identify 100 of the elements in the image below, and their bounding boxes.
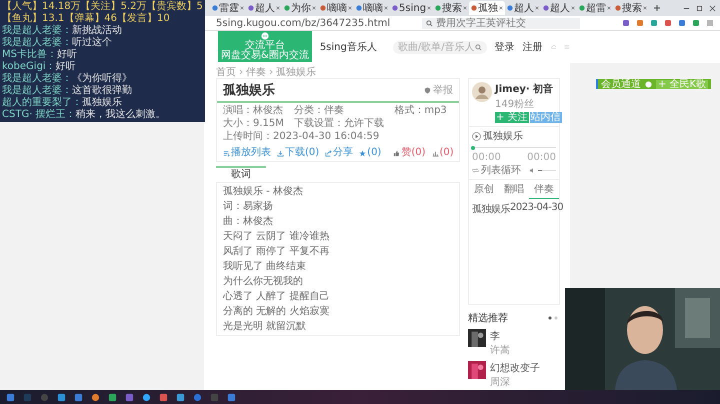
browser-tab[interactable]: 超人 <box>505 1 542 15</box>
site-icon <box>356 5 362 11</box>
browser-tab[interactable]: 为你 <box>282 1 318 15</box>
site-icon <box>543 5 550 11</box>
chat-message: 孤独娱乐 <box>82 97 122 108</box>
loop-mode[interactable]: 列表循环 <box>481 163 521 177</box>
browser-tab[interactable]: 5sing <box>390 1 434 15</box>
browser-tab[interactable]: 雷霆 <box>210 1 246 15</box>
promo-banner[interactable]: 交流平台 网盘交易&圈内交流 <box>218 31 312 62</box>
search-icon[interactable] <box>474 44 482 50</box>
song-link[interactable]: 李 <box>490 329 510 343</box>
menu-icon[interactable] <box>706 19 714 27</box>
follow-button[interactable]: + 关注 <box>495 112 529 123</box>
browser-search-field[interactable]: 费用次字王英评社交 <box>422 18 580 28</box>
close-icon[interactable] <box>240 6 244 10</box>
pager-dots-icon[interactable] <box>548 316 560 320</box>
promo-subtitle: 网盘交易&圈内交流 <box>221 51 309 61</box>
song-stat[interactable]: (0) <box>432 147 454 159</box>
lyric-line: 风刮了 雨停了 平复不再 <box>223 246 330 257</box>
header-link[interactable]: 登录 <box>494 40 515 54</box>
site-icon <box>284 5 290 11</box>
fan-count: 149粉丝 <box>495 98 536 111</box>
breadcrumb-link[interactable]: 孤独娱乐 <box>276 64 316 78</box>
chat-message: 这首歌很弹勤 <box>72 85 132 96</box>
lyric-line: 天闷了 云阴了 谁冷谁热 <box>223 231 330 242</box>
lyric-line: 词：易家扬 <box>223 201 274 212</box>
close-icon[interactable] <box>312 6 316 10</box>
song-action[interactable]: 分享 <box>325 147 354 159</box>
avatar-icon[interactable] <box>472 82 492 102</box>
song-action[interactable]: (0) <box>359 147 382 159</box>
ad-label: 会员通道 <box>601 78 641 91</box>
browser-tab[interactable]: 超人 <box>541 1 578 15</box>
loop-icon[interactable] <box>472 166 479 174</box>
play-icon[interactable] <box>472 132 481 140</box>
address-field[interactable]: 5sing.kugou.com/bz/3647235.html <box>216 18 416 28</box>
site-icon <box>248 5 254 11</box>
song-action[interactable]: 播放列表 <box>223 147 271 159</box>
song-meta: 下载设置：允许下载 <box>294 118 386 130</box>
site-icon <box>507 5 514 11</box>
elapsed-time: 00:00 <box>472 152 501 163</box>
breadcrumb-link[interactable]: 首页 <box>216 64 236 78</box>
header-link[interactable]: 注册 <box>522 40 543 54</box>
browser-tab[interactable]: 孤独 <box>469 1 506 15</box>
chat-user: MS卡比兽： <box>2 49 57 61</box>
song-link[interactable]: 孤独娱乐 <box>472 202 510 216</box>
total-time: 00:00 <box>527 152 556 163</box>
progress-thumb[interactable] <box>471 146 475 150</box>
lyric-line: 分离的 无解的 火焰寂寞 <box>223 306 330 317</box>
chat-user: 我是超人老婆： <box>2 85 72 96</box>
chat-user: kobeGigi： <box>2 61 56 72</box>
song-date: 2023-04-30 <box>510 202 564 215</box>
breadcrumb-link[interactable]: 伴奏 <box>246 64 266 78</box>
browser-tab[interactable]: 超雷 <box>577 1 614 15</box>
volume-icon[interactable] <box>529 166 536 174</box>
category-tab[interactable]: 翻唱 <box>499 180 529 199</box>
close-icon[interactable] <box>535 6 540 10</box>
site-brand[interactable]: 5sing音乐人 <box>320 40 377 54</box>
close-icon[interactable] <box>643 6 648 10</box>
lyric-line: 光是光明 就留沉默 <box>223 321 308 332</box>
category-tab[interactable]: 原创 <box>469 180 499 199</box>
browser-tab[interactable]: 搜索 <box>433 1 470 15</box>
lyric-line: 心透了 人醉了 提醒自己 <box>223 291 330 302</box>
artist-link[interactable]: 许嵩 <box>490 343 510 357</box>
song-link[interactable]: 幻想改变子 <box>490 361 540 375</box>
report-link[interactable]: 举报 <box>433 83 453 97</box>
close-icon[interactable] <box>463 6 468 10</box>
lyric-line: 孤独娱乐 - 林俊杰 <box>223 186 304 197</box>
bar-chart-icon <box>432 150 439 156</box>
close-icon[interactable] <box>499 6 504 10</box>
close-icon[interactable] <box>709 4 716 12</box>
star-icon <box>359 150 366 156</box>
shield-icon <box>424 86 431 94</box>
category-tab[interactable]: 伴奏 <box>529 180 559 199</box>
browser-tab[interactable]: 搜索 <box>613 1 650 15</box>
artist-name[interactable]: Jimey· 初音 <box>495 82 556 96</box>
close-icon[interactable] <box>607 6 612 10</box>
close-icon[interactable] <box>348 6 352 10</box>
chat-message: 稍来，我这么刺激。 <box>76 109 166 121</box>
browser-tab[interactable]: 嘀嘀 <box>354 1 390 15</box>
song-meta: 大小：9.15M <box>223 118 285 130</box>
close-icon[interactable] <box>384 6 388 10</box>
close-icon[interactable] <box>276 6 280 10</box>
chat-message: 听过这个 <box>72 37 112 49</box>
artist-link[interactable]: 周深 <box>490 375 540 389</box>
song-meta: 分类：伴奏 <box>294 105 346 117</box>
new-tab-icon[interactable] <box>653 4 662 12</box>
chat-message: 好听 <box>56 49 77 61</box>
browser-tab[interactable]: 嘀嘀 <box>318 1 354 15</box>
browser-tab[interactable]: 超人 <box>246 1 282 15</box>
close-icon[interactable] <box>427 6 432 10</box>
song-stat[interactable]: 赞(0) <box>393 147 426 159</box>
lyrics-tab[interactable]: 歌词 <box>216 166 266 182</box>
maximize-icon[interactable] <box>696 4 703 12</box>
close-icon[interactable] <box>571 6 576 10</box>
section-title: 精选推荐 <box>468 312 508 325</box>
song-meta: 演唱：林俊杰 <box>223 105 284 117</box>
ad-banner[interactable]: 会员通道 + 全民K歌 <box>596 79 712 89</box>
lyric-line: 我听见了 曲终结束 <box>223 261 308 272</box>
song-action[interactable]: 下载(0) <box>277 147 320 159</box>
lyric-line: 为什么你无视我的 <box>223 276 304 287</box>
